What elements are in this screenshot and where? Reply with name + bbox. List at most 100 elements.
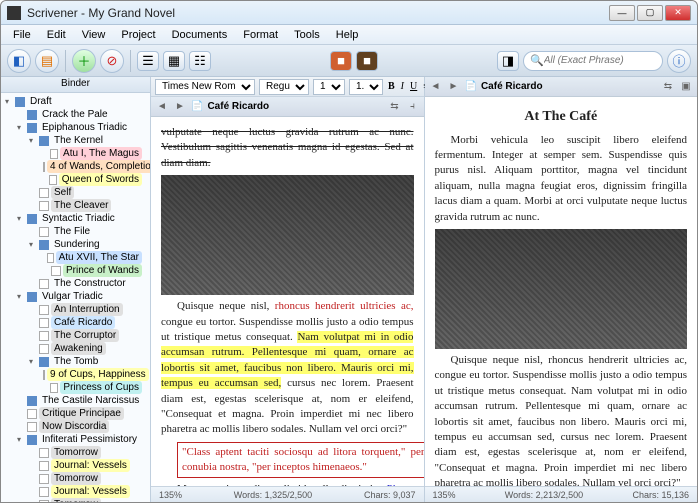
- binder-item[interactable]: ▾The Kernel: [29, 134, 144, 147]
- editor-right-header: ◄ ► 📄 Café Ricardo ⇆ ▣: [425, 77, 698, 97]
- binder-item-label: Syntactic Triadic: [39, 212, 118, 225]
- window-title: Scrivener - My Grand Novel: [27, 6, 609, 20]
- document-icon: [50, 149, 59, 159]
- binder-item[interactable]: ▾Infiterati Pessimistory: [17, 433, 146, 446]
- binder-item-label: The Constructor: [51, 277, 129, 290]
- view-single-button[interactable]: ☰: [137, 51, 159, 71]
- binder-item[interactable]: An Interruption: [29, 303, 144, 316]
- delete-button[interactable]: ⊘: [100, 49, 124, 73]
- minimize-button[interactable]: —: [609, 5, 635, 21]
- binder-item[interactable]: Journal: Vessels: [29, 459, 144, 472]
- collections-button[interactable]: ▤: [35, 49, 59, 73]
- nav-fwd-button[interactable]: ►: [173, 101, 187, 112]
- word-count: Words: 1,325/2,500: [234, 490, 312, 500]
- binder-item[interactable]: Atu I, The Magus: [41, 147, 142, 160]
- corkboard-button[interactable]: ■: [356, 51, 378, 71]
- boxed-quote: "Class aptent taciti sociosqu ad litora …: [161, 442, 414, 479]
- binder-item[interactable]: Café Ricardo: [29, 316, 144, 329]
- binder-item-label: Vulgar Triadic: [39, 290, 106, 303]
- line-spacing-select[interactable]: 1.0x: [349, 79, 383, 95]
- editor-left-body[interactable]: vulputate neque luctus gravida rutrum ac…: [151, 117, 424, 486]
- binder-item-label: Infiterati Pessimistory: [39, 433, 140, 446]
- close-button[interactable]: ✕: [665, 5, 691, 21]
- menu-edit[interactable]: Edit: [39, 27, 74, 43]
- binder-item[interactable]: Now Discordia: [17, 420, 146, 433]
- binder-item[interactable]: Prince of Wands: [41, 264, 142, 277]
- editor-right-body[interactable]: At The Café Morbi vehicula leo suscipit …: [425, 97, 698, 486]
- menu-view[interactable]: View: [74, 27, 114, 43]
- binder-item[interactable]: The Corruptor: [29, 329, 144, 342]
- search-box[interactable]: 🔍: [523, 51, 663, 71]
- nav-back-button[interactable]: ◄: [429, 81, 443, 92]
- document-icon: [39, 305, 49, 315]
- doc-icon: 📄: [191, 101, 203, 112]
- binder-item[interactable]: Tomorrow: [29, 472, 144, 485]
- menu-help[interactable]: Help: [328, 27, 367, 43]
- split-v-button[interactable]: ⫞: [406, 101, 420, 112]
- binder-item[interactable]: ▾Syntactic Triadic: [17, 212, 146, 225]
- binder-item[interactable]: ▾Epiphanous Triadic: [17, 121, 146, 134]
- binder-item-label: Crack the Pale: [39, 108, 111, 121]
- font-style-select[interactable]: Regular: [259, 79, 309, 95]
- binder-item[interactable]: ▾Sundering: [29, 238, 144, 251]
- menu-project[interactable]: Project: [113, 27, 163, 43]
- compile-button[interactable]: ■: [330, 51, 352, 71]
- binder-item[interactable]: 9 of Cups, Happiness: [41, 368, 142, 381]
- binder-item[interactable]: Queen of Swords: [41, 173, 142, 186]
- binder-item[interactable]: The Cleaver: [29, 199, 144, 212]
- binder-item[interactable]: Atu XVII, The Star: [41, 251, 142, 264]
- view-cork-button[interactable]: ▦: [163, 51, 185, 71]
- info-button[interactable]: ⓘ: [667, 49, 691, 73]
- binder-item[interactable]: The Constructor: [29, 277, 144, 290]
- zoom-level[interactable]: 135%: [433, 490, 456, 500]
- binder-tree[interactable]: ▾DraftCrack the Pale▾Epiphanous Triadic▾…: [1, 93, 150, 502]
- italic-button[interactable]: I: [400, 79, 405, 95]
- nav-fwd-button[interactable]: ►: [447, 81, 461, 92]
- nav-back-button[interactable]: ◄: [155, 101, 169, 112]
- menu-tools[interactable]: Tools: [286, 27, 328, 43]
- menu-format[interactable]: Format: [235, 27, 286, 43]
- folder-icon: [27, 123, 37, 133]
- menu-documents[interactable]: Documents: [164, 27, 236, 43]
- zoom-level[interactable]: 135%: [159, 490, 182, 500]
- font-size-select[interactable]: 12: [313, 79, 345, 95]
- binder-item-label: An Interruption: [51, 303, 123, 316]
- binder-toggle-button[interactable]: ◧: [7, 49, 31, 73]
- binder-item[interactable]: 4 of Wands, Completion: [41, 160, 142, 173]
- char-count: Chars: 15,136: [632, 490, 689, 500]
- binder-item[interactable]: ▾Vulgar Triadic: [17, 290, 146, 303]
- bold-button[interactable]: B: [387, 79, 396, 95]
- binder-item[interactable]: Tomorrow: [29, 498, 144, 502]
- add-button[interactable]: ＋: [72, 49, 96, 73]
- binder-item[interactable]: Journal: Vessels: [29, 485, 144, 498]
- document-icon: [43, 370, 45, 380]
- binder-item[interactable]: The Castile Narcissus: [17, 394, 146, 407]
- binder-item[interactable]: Self: [29, 186, 144, 199]
- search-input[interactable]: [544, 55, 656, 66]
- document-icon: [39, 344, 49, 354]
- binder-item[interactable]: Crack the Pale: [17, 108, 146, 121]
- view-outline-button[interactable]: ☷: [189, 51, 211, 71]
- binder-item[interactable]: Princess of Cups: [41, 381, 142, 394]
- binder-item[interactable]: Tomorrow: [29, 446, 144, 459]
- binder-item[interactable]: ▾The Tomb: [29, 355, 144, 368]
- binder-item[interactable]: The File: [29, 225, 144, 238]
- struck-text: vulputate neque luctus gravida rutrum ac…: [161, 125, 414, 171]
- maximize-button[interactable]: ▢: [637, 5, 663, 21]
- app-icon: [7, 6, 21, 20]
- inspector-toggle-button[interactable]: ◨: [497, 51, 519, 71]
- binder-item-label: Princess of Cups: [60, 381, 142, 394]
- menu-file[interactable]: File: [5, 27, 39, 43]
- binder-item[interactable]: ▾Draft: [5, 95, 148, 108]
- binder-item[interactable]: Awakening: [29, 342, 144, 355]
- split-h-button[interactable]: ⇆: [388, 101, 402, 112]
- split-close-button[interactable]: ▣: [679, 81, 693, 92]
- binder-item-label: Sundering: [51, 238, 103, 251]
- underline-button[interactable]: U: [409, 79, 418, 95]
- binder-item[interactable]: Critique Principae: [17, 407, 146, 420]
- font-family-select[interactable]: Times New Roman: [155, 79, 255, 95]
- split-h-button[interactable]: ⇆: [661, 81, 675, 92]
- editor-left-footer: 135% Words: 1,325/2,500 Chars: 9,037: [151, 486, 424, 502]
- menubar: FileEditViewProjectDocumentsFormatToolsH…: [1, 25, 697, 45]
- main-toolbar: ◧ ▤ ＋ ⊘ ☰ ▦ ☷ ■ ■ ◨ 🔍 ⓘ: [1, 45, 697, 77]
